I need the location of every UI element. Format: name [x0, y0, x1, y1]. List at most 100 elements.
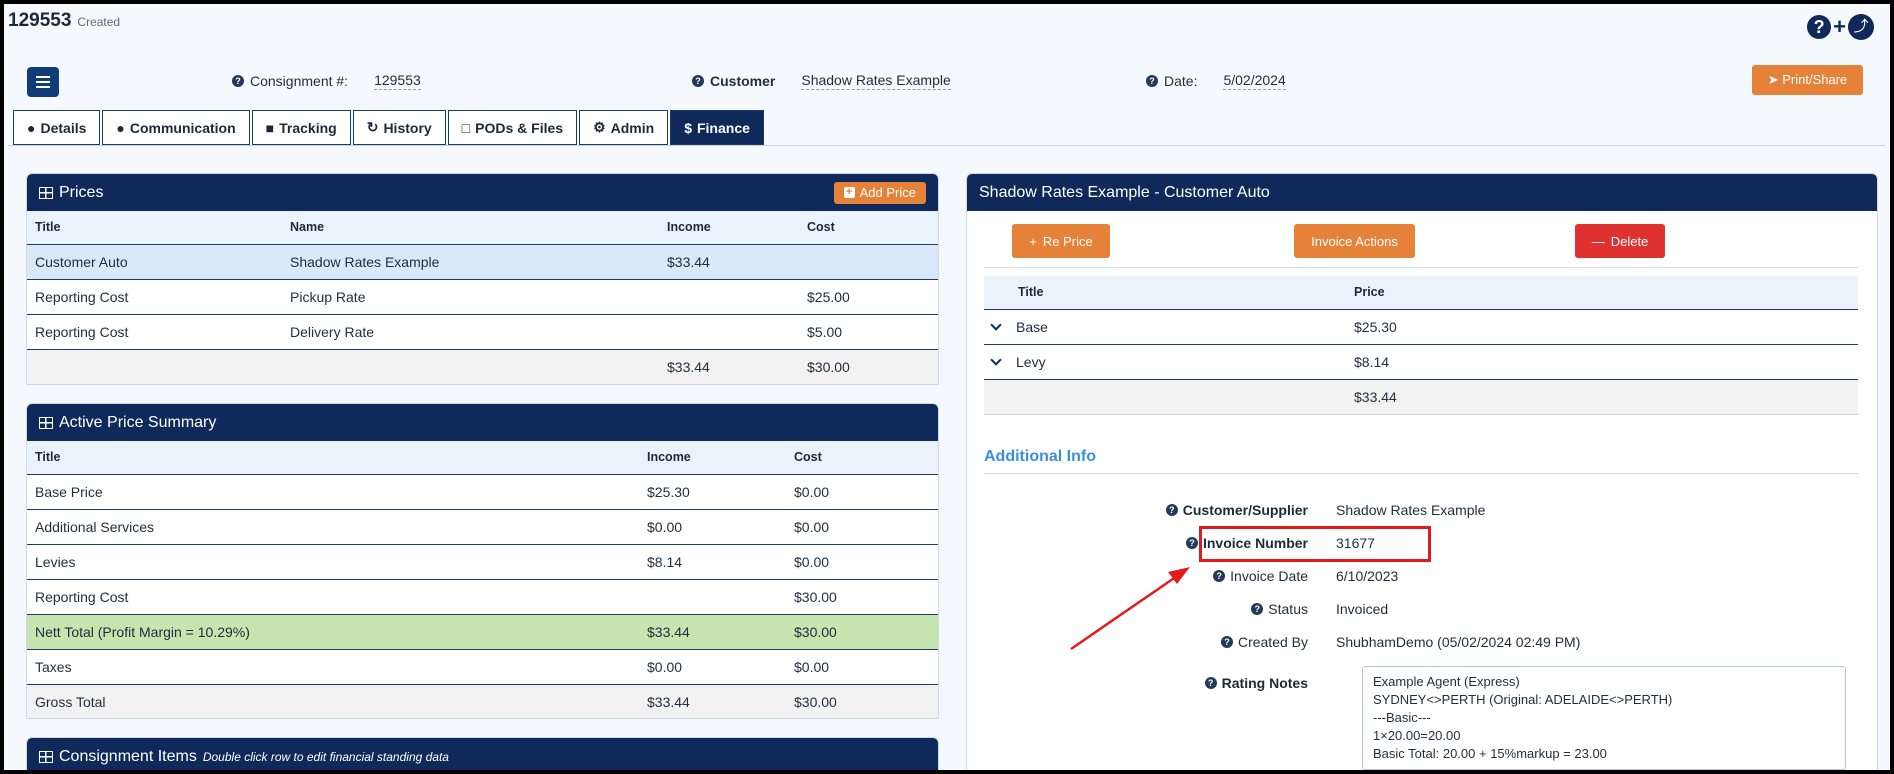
- status-row: ? Status Invoiced: [1124, 601, 1844, 617]
- table-row: Reporting Cost $30.00: [27, 579, 938, 615]
- tab-bar: ● Details ● Communication ■ Tracking ↻ Histo…: [13, 110, 764, 145]
- rating-notes-textarea[interactable]: Example Agent (Express) SYDNEY<>PERTH (O…: [1362, 666, 1846, 770]
- table-cell: $30.00: [786, 579, 938, 615]
- column-header: Name: [282, 211, 659, 245]
- rating-notes-label: Rating Notes: [1221, 675, 1308, 691]
- chevron-down-icon[interactable]: [990, 353, 1002, 366]
- table-cell: $0.00: [639, 509, 786, 545]
- date-field: ? Date: 5/02/2024: [1146, 72, 1286, 90]
- notes-line: Basic Total: 20.00 + 15%markup = 23.00: [1373, 746, 1607, 761]
- column-header: Price: [1346, 276, 1858, 310]
- table-cell: $33.44: [639, 684, 786, 718]
- tab-tracking[interactable]: ■ Tracking: [251, 110, 351, 145]
- tab-admin[interactable]: ⚙ Admin: [579, 110, 669, 145]
- menu-button[interactable]: [27, 67, 59, 97]
- table-row[interactable]: Reporting Cost Delivery Rate $5.00: [27, 314, 938, 350]
- column-header: Income: [639, 441, 786, 475]
- table-cell: $33.44: [639, 614, 786, 650]
- tab-history[interactable]: ↻ History: [352, 110, 446, 145]
- table-cell: $0.00: [639, 649, 786, 685]
- tab-label: History: [383, 119, 432, 136]
- price-detail-title: Shadow Rates Example - Customer Auto: [979, 183, 1270, 201]
- table-cell: $25.30: [639, 474, 786, 510]
- table-cell: Reporting Cost: [27, 279, 282, 315]
- prices-header: Prices + Add Price: [27, 174, 938, 211]
- print-share-button[interactable]: ➤ Print/Share: [1752, 65, 1863, 95]
- help-icon[interactable]: ?: [1807, 15, 1832, 39]
- tab-label: Admin: [610, 119, 655, 136]
- notes-line: SYDNEY<>PERTH (Original: ADELAIDE<>PERTH…: [1373, 692, 1673, 707]
- column-header: Income: [659, 211, 799, 245]
- customer-supplier-label: Customer/Supplier: [1182, 502, 1308, 518]
- table-cell: $33.44: [659, 244, 799, 280]
- tab-divider: [8, 145, 1886, 146]
- plus-icon[interactable]: +: [1833, 16, 1846, 38]
- table-icon: [39, 750, 53, 763]
- user-icon: ●: [27, 119, 36, 136]
- tab-label: Details: [40, 119, 87, 136]
- price-summary-header: Active Price Summary: [27, 404, 938, 441]
- tab-pods-files[interactable]: □ PODs & Files: [447, 110, 578, 145]
- tag-icon[interactable]: ⤴: [1848, 14, 1874, 40]
- table-cell: Shadow Rates Example: [282, 244, 659, 280]
- history-icon: ↻: [366, 119, 379, 135]
- file-icon: □: [461, 119, 471, 136]
- customer-value[interactable]: Shadow Rates Example: [801, 72, 951, 90]
- share-icon: ➤: [1767, 72, 1779, 87]
- table-cell: [639, 579, 786, 615]
- price-breakdown: Title Price Base $25.30 Levy $8.14 $33.4…: [984, 276, 1858, 415]
- consignment-value[interactable]: 129553: [374, 72, 421, 90]
- table-cell: [799, 244, 938, 280]
- table-cell: Additional Services: [27, 509, 639, 545]
- total-row: $33.44: [984, 379, 1858, 415]
- reprice-label: Re Price: [1042, 233, 1093, 249]
- help-icon: ?: [232, 75, 244, 87]
- delete-label: Delete: [1610, 233, 1649, 249]
- table-row[interactable]: Customer Auto Shadow Rates Example $33.4…: [27, 244, 938, 280]
- table-row: Levies $8.14 $0.00: [27, 544, 938, 580]
- table-cell: [282, 349, 659, 384]
- reprice-button[interactable]: + Re Price: [1012, 224, 1110, 258]
- help-icon: ?: [1185, 537, 1198, 549]
- table-cell: $0.00: [786, 474, 938, 510]
- table-cell: Gross Total: [27, 684, 639, 718]
- help-icon: ?: [1213, 570, 1226, 582]
- price-summary-table: Title Income Cost Base Price $25.30 $0.0…: [27, 441, 938, 718]
- consignment-id: 129553: [8, 10, 72, 31]
- help-icon: ?: [692, 75, 704, 87]
- delete-button[interactable]: — Delete: [1575, 224, 1665, 258]
- cost-total: $30.00: [799, 349, 938, 384]
- table-cell: Reporting Cost: [27, 314, 282, 350]
- table-cell: [659, 279, 799, 315]
- tab-details[interactable]: ● Details: [13, 110, 101, 145]
- table-cell: [659, 314, 799, 350]
- income-total: $33.44: [659, 349, 799, 384]
- column-header: Title: [984, 276, 1346, 310]
- date-value[interactable]: 5/02/2024: [1223, 72, 1286, 90]
- tab-finance[interactable]: $ Finance: [670, 110, 764, 145]
- date-label: Date:: [1164, 73, 1198, 89]
- table-row: Base Price $25.30 $0.00: [27, 474, 938, 510]
- column-header: Title: [27, 441, 639, 475]
- table-row[interactable]: Base $25.30: [984, 309, 1858, 345]
- invoice-actions-button[interactable]: Invoice Actions: [1294, 224, 1415, 258]
- table-cell: $0.00: [786, 544, 938, 580]
- tab-communication[interactable]: ● Communication: [102, 110, 250, 145]
- price-breakdown-table: Title Price Base $25.30 Levy $8.14 $33.4…: [984, 276, 1858, 415]
- help-icon: ?: [1204, 677, 1217, 689]
- top-actions: ? + ⤴: [1807, 14, 1874, 40]
- prices-panel: Prices + Add Price Title Name Income Cost…: [26, 173, 939, 385]
- price-summary-title: Active Price Summary: [59, 413, 217, 431]
- plus-icon: +: [1029, 233, 1037, 249]
- table-cell: Pickup Rate: [282, 279, 659, 315]
- table-cell: Nett Total (Profit Margin = 10.29%): [27, 614, 639, 650]
- chevron-down-icon[interactable]: [990, 318, 1002, 331]
- price-detail-header: Shadow Rates Example - Customer Auto: [967, 174, 1877, 211]
- add-price-button[interactable]: + Add Price: [833, 181, 926, 204]
- consignment-field: ? Consignment #: 129553: [232, 72, 421, 90]
- table-row[interactable]: Reporting Cost Pickup Rate $25.00: [27, 279, 938, 315]
- table-row[interactable]: Levy $8.14: [984, 344, 1858, 380]
- table-cell: $25.30: [1346, 309, 1858, 345]
- table-cell: $25.00: [799, 279, 938, 315]
- add-price-label: Add Price: [859, 184, 916, 200]
